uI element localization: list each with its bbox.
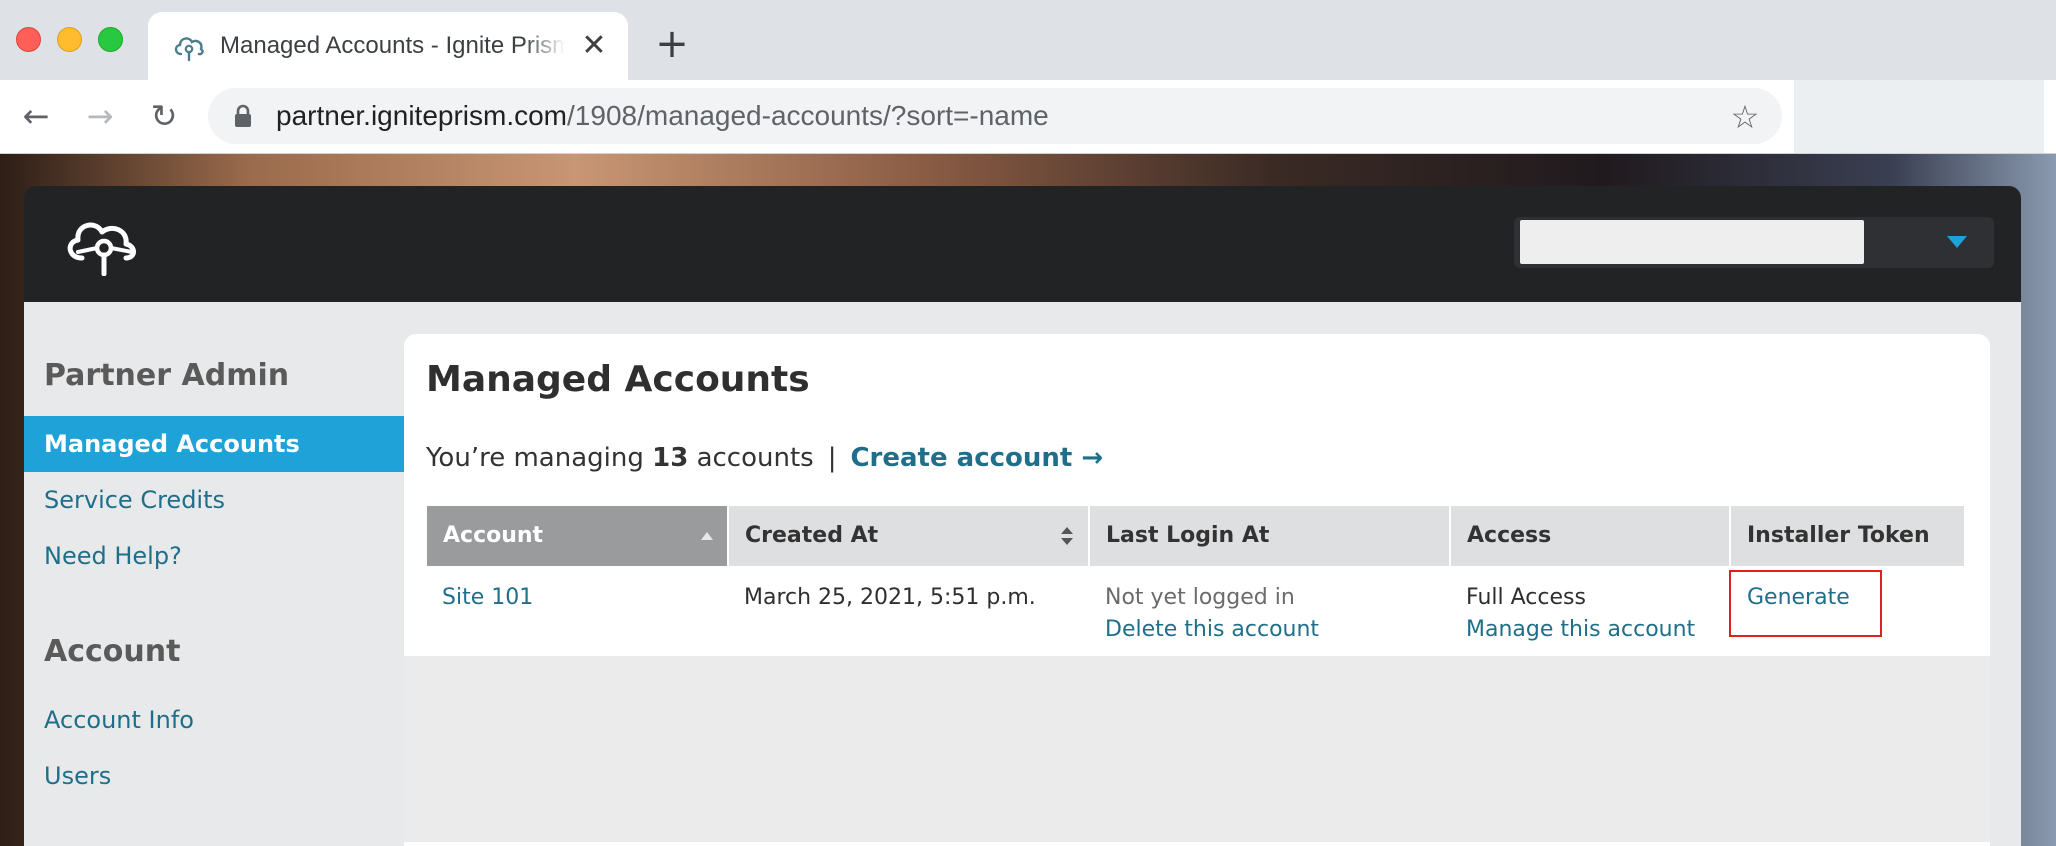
sidebar-item-account-info[interactable]: Account Info [24, 692, 404, 748]
ignite-prism-logo-icon[interactable] [62, 212, 146, 276]
browser-tab-active[interactable]: Managed Accounts - Ignite Prism ✕ [148, 12, 628, 80]
create-account-link[interactable]: Create account → [850, 443, 1103, 473]
manage-account-link[interactable]: Manage this account [1466, 614, 1695, 646]
column-header-account[interactable]: Account [427, 506, 727, 566]
summary-count: 13 [652, 443, 689, 473]
accounts-summary: You’re managing 13 accounts | Create accou… [426, 440, 1103, 476]
summary-prefix: You’re managing [426, 443, 644, 473]
window-close-button[interactable] [16, 27, 41, 52]
window-minimize-button[interactable] [57, 27, 82, 52]
last-login-value: Not yet logged in [1105, 585, 1295, 610]
close-icon[interactable]: ✕ [578, 30, 610, 62]
created-at-value: March 25, 2021, 5:51 p.m. [744, 585, 1036, 610]
bookmark-star-icon[interactable]: ☆ [1728, 100, 1762, 134]
sidebar-item-need-help[interactable]: Need Help? [24, 528, 404, 584]
url-host: partner.igniteprism.com [276, 100, 568, 131]
sidebar-item-service-credits[interactable]: Service Credits [24, 472, 404, 528]
generate-token-link[interactable]: Generate [1747, 582, 1850, 614]
cloud-favicon-icon [174, 37, 204, 62]
forward-arrow-icon[interactable]: → [80, 96, 120, 136]
sort-ascending-icon[interactable] [700, 531, 714, 541]
account-name-link[interactable]: Site 101 [442, 582, 533, 614]
tab-title: Managed Accounts - Ignite Prism [220, 32, 565, 59]
sidebar-item-users[interactable]: Users [24, 748, 404, 804]
summary-suffix: accounts [696, 443, 814, 473]
column-header-last-login-at: Last Login At [1090, 506, 1449, 566]
column-header-installer-token: Installer Token [1731, 506, 1964, 566]
account-selector-field[interactable] [1520, 220, 1864, 264]
reload-icon[interactable]: ↻ [144, 96, 184, 136]
page-title: Managed Accounts [426, 359, 810, 400]
sidebar-item-managed-accounts[interactable]: Managed Accounts [24, 416, 404, 472]
new-tab-button[interactable]: + [652, 24, 692, 64]
column-header-access: Access [1451, 506, 1729, 566]
url-text[interactable]: partner.igniteprism.com/1908/managed-acc… [276, 98, 1049, 134]
column-header-created-at[interactable]: Created At [729, 506, 1088, 566]
delete-account-link[interactable]: Delete this account [1105, 614, 1319, 646]
content-footer-edge [404, 842, 1990, 846]
summary-separator: | [827, 443, 837, 473]
lock-icon[interactable] [234, 104, 252, 128]
sidebar-heading-account: Account [44, 634, 181, 669]
access-value: Full Access [1466, 585, 1586, 610]
back-arrow-icon[interactable]: ← [16, 96, 56, 136]
toolbar-extension-area [1794, 80, 2044, 154]
sidebar-heading-partner-admin: Partner Admin [44, 358, 290, 393]
url-path: /1908/managed-accounts/?sort=-name [567, 100, 1049, 131]
sort-toggle-icon[interactable] [1060, 526, 1074, 546]
content-empty-area [404, 656, 1990, 846]
window-zoom-button[interactable] [98, 27, 123, 52]
caret-down-icon[interactable] [1946, 234, 1968, 250]
